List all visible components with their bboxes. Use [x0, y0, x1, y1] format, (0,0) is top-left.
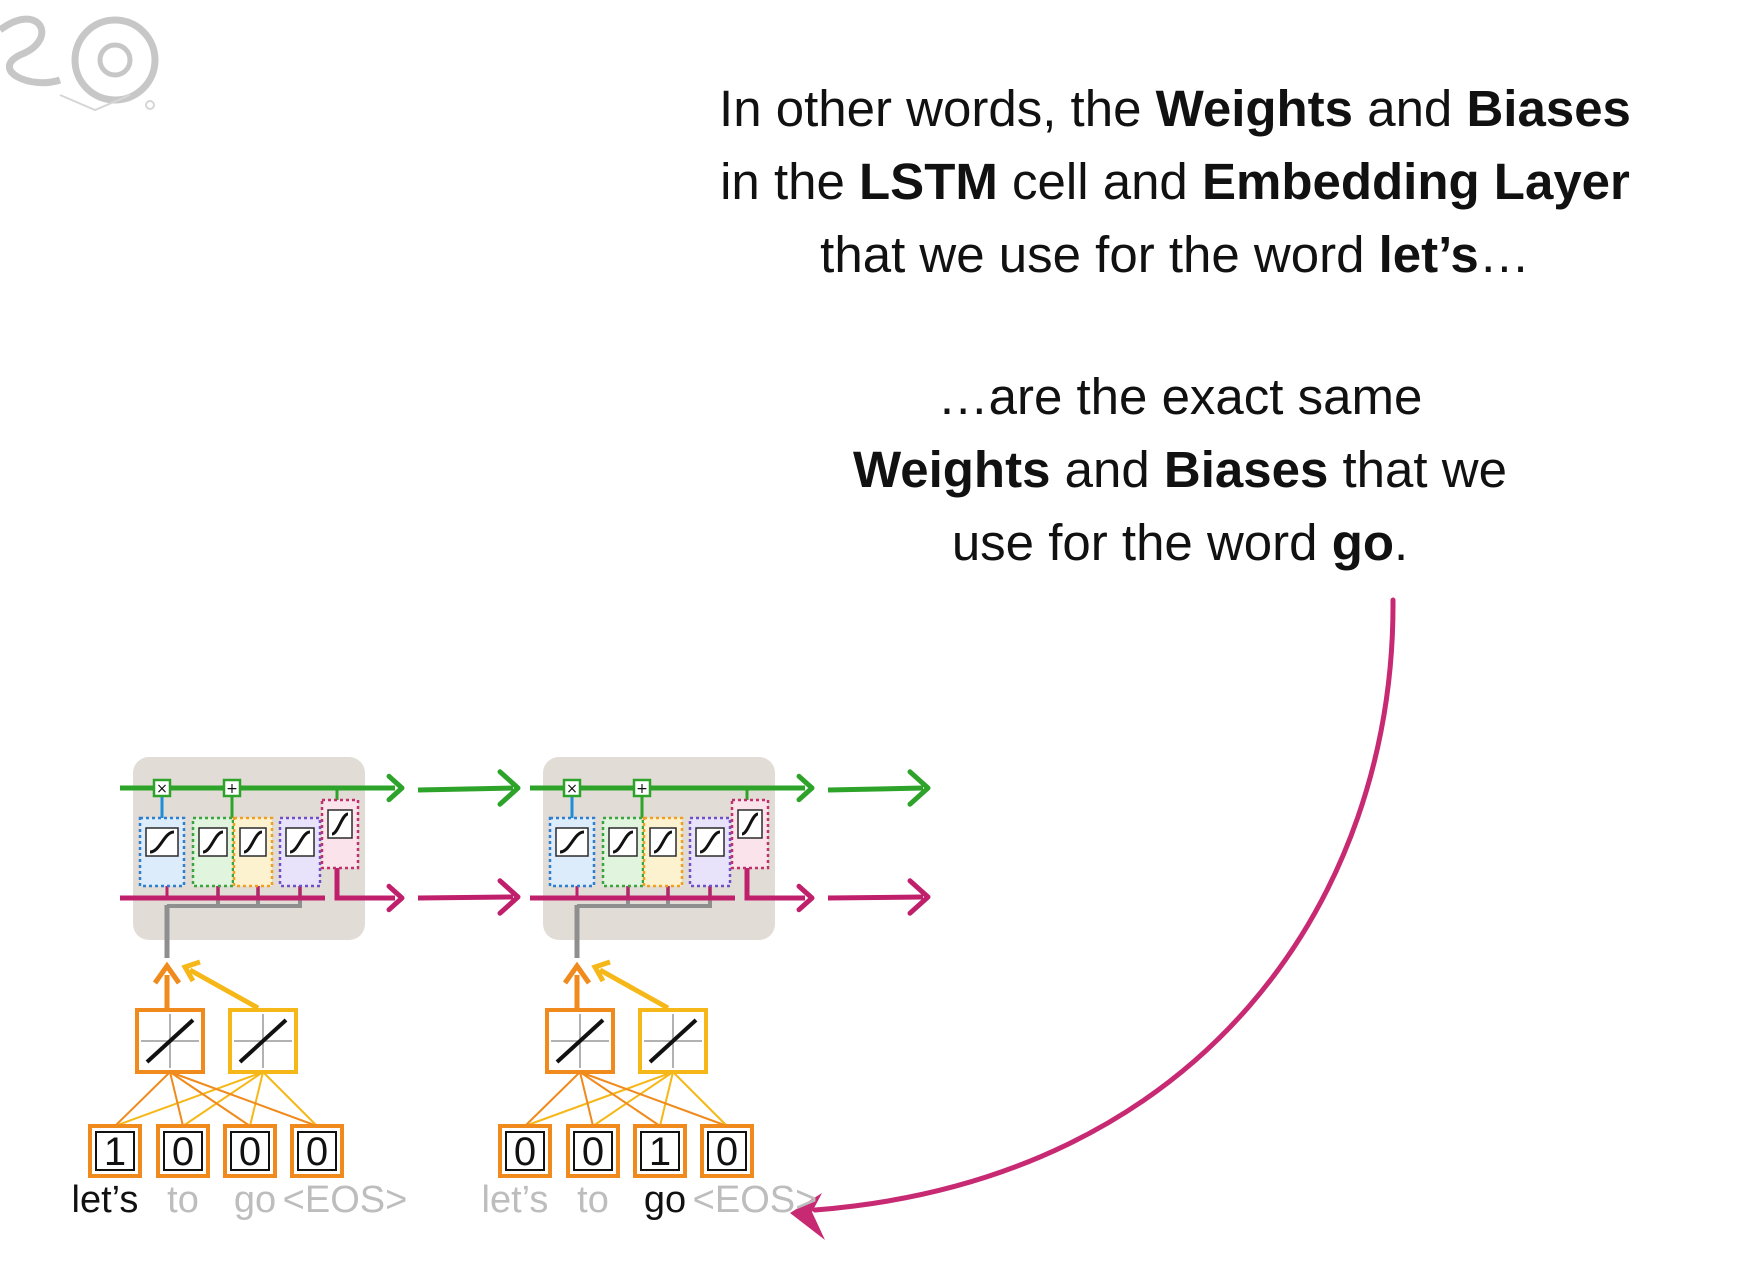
- short-term-pass-arrow: [417, 894, 514, 901]
- vocab-word-label: to: [167, 1179, 199, 1221]
- lstm-unit-1: × +1 0 0 0 let’s to go <EOS>: [0, 0, 521, 1221]
- one-hot-value: 0: [716, 1130, 738, 1174]
- one-hot-value: 0: [514, 1130, 536, 1174]
- cell-output-gate: [730, 798, 770, 870]
- vocab-word-label: go: [234, 1179, 276, 1221]
- embedding-node-2: [638, 1008, 708, 1074]
- vocab-word-label: <EOS>: [693, 1179, 818, 1221]
- vocab-word-label: <EOS>: [283, 1179, 408, 1221]
- forget-gate: [548, 816, 596, 888]
- cell-state-pass-arrow: [417, 785, 514, 793]
- vocab-word-label: to: [577, 1179, 609, 1221]
- input-to-embedding-1: [114, 1071, 171, 1127]
- embedding-node-1: [545, 1008, 615, 1074]
- one-hot-input-3: 1: [633, 1124, 687, 1178]
- output-gate: [278, 816, 322, 888]
- input-to-embedding-2: [262, 1071, 318, 1127]
- one-hot-input-4: 0: [700, 1124, 754, 1178]
- input-gate-1: [191, 816, 235, 888]
- svg-text:+: +: [636, 781, 648, 797]
- embedding-2-output: [188, 967, 260, 1011]
- one-hot-input-2: 0: [156, 1124, 210, 1178]
- multiply-op-box: ×: [152, 778, 172, 798]
- one-hot-value: 0: [306, 1130, 328, 1174]
- one-hot-value: 1: [104, 1130, 126, 1174]
- svg-text:×: ×: [156, 781, 168, 797]
- input-gate-1: [601, 816, 645, 888]
- svg-text:×: ×: [566, 781, 578, 797]
- one-hot-input-1: 0: [498, 1124, 552, 1178]
- one-hot-value: 0: [582, 1130, 604, 1174]
- embedding-2-output: [598, 967, 670, 1011]
- embedding-node-2: [228, 1008, 298, 1074]
- lstm-diagram: × +1 0 0 0let’s to go <EOS>× +0 0 1 0let’s to go <EOS>: [0, 0, 1396, 1240]
- one-hot-input-4: 0: [290, 1124, 344, 1178]
- one-hot-value: 0: [239, 1130, 261, 1174]
- short-term-pass-arrow: [827, 894, 924, 901]
- cell-output-gate: [320, 798, 360, 870]
- add-op-box: +: [222, 778, 242, 798]
- output-gate: [688, 816, 732, 888]
- vocab-word-label: let’s: [72, 1179, 139, 1221]
- one-hot-input-3: 0: [223, 1124, 277, 1178]
- add-op-box: +: [632, 778, 652, 798]
- vocab-word-label: go: [644, 1179, 686, 1221]
- input-gate-2: [232, 816, 274, 888]
- multiply-op-box: ×: [562, 778, 582, 798]
- logo-watermark: [0, 15, 159, 112]
- input-to-embedding-2: [672, 1071, 728, 1127]
- input-gate-2: [642, 816, 684, 888]
- vocab-word-label: let’s: [482, 1179, 549, 1221]
- one-hot-value: 1: [649, 1130, 671, 1174]
- comparison-arrow: [790, 597, 1396, 1240]
- svg-text:+: +: [226, 781, 238, 797]
- forget-gate: [138, 816, 186, 888]
- cell-state-pass-arrow: [827, 785, 924, 793]
- embedding-node-1: [135, 1008, 205, 1074]
- one-hot-input-1: 1: [88, 1124, 142, 1178]
- input-to-embedding-1: [524, 1071, 581, 1127]
- one-hot-input-2: 0: [566, 1124, 620, 1178]
- one-hot-value: 0: [172, 1130, 194, 1174]
